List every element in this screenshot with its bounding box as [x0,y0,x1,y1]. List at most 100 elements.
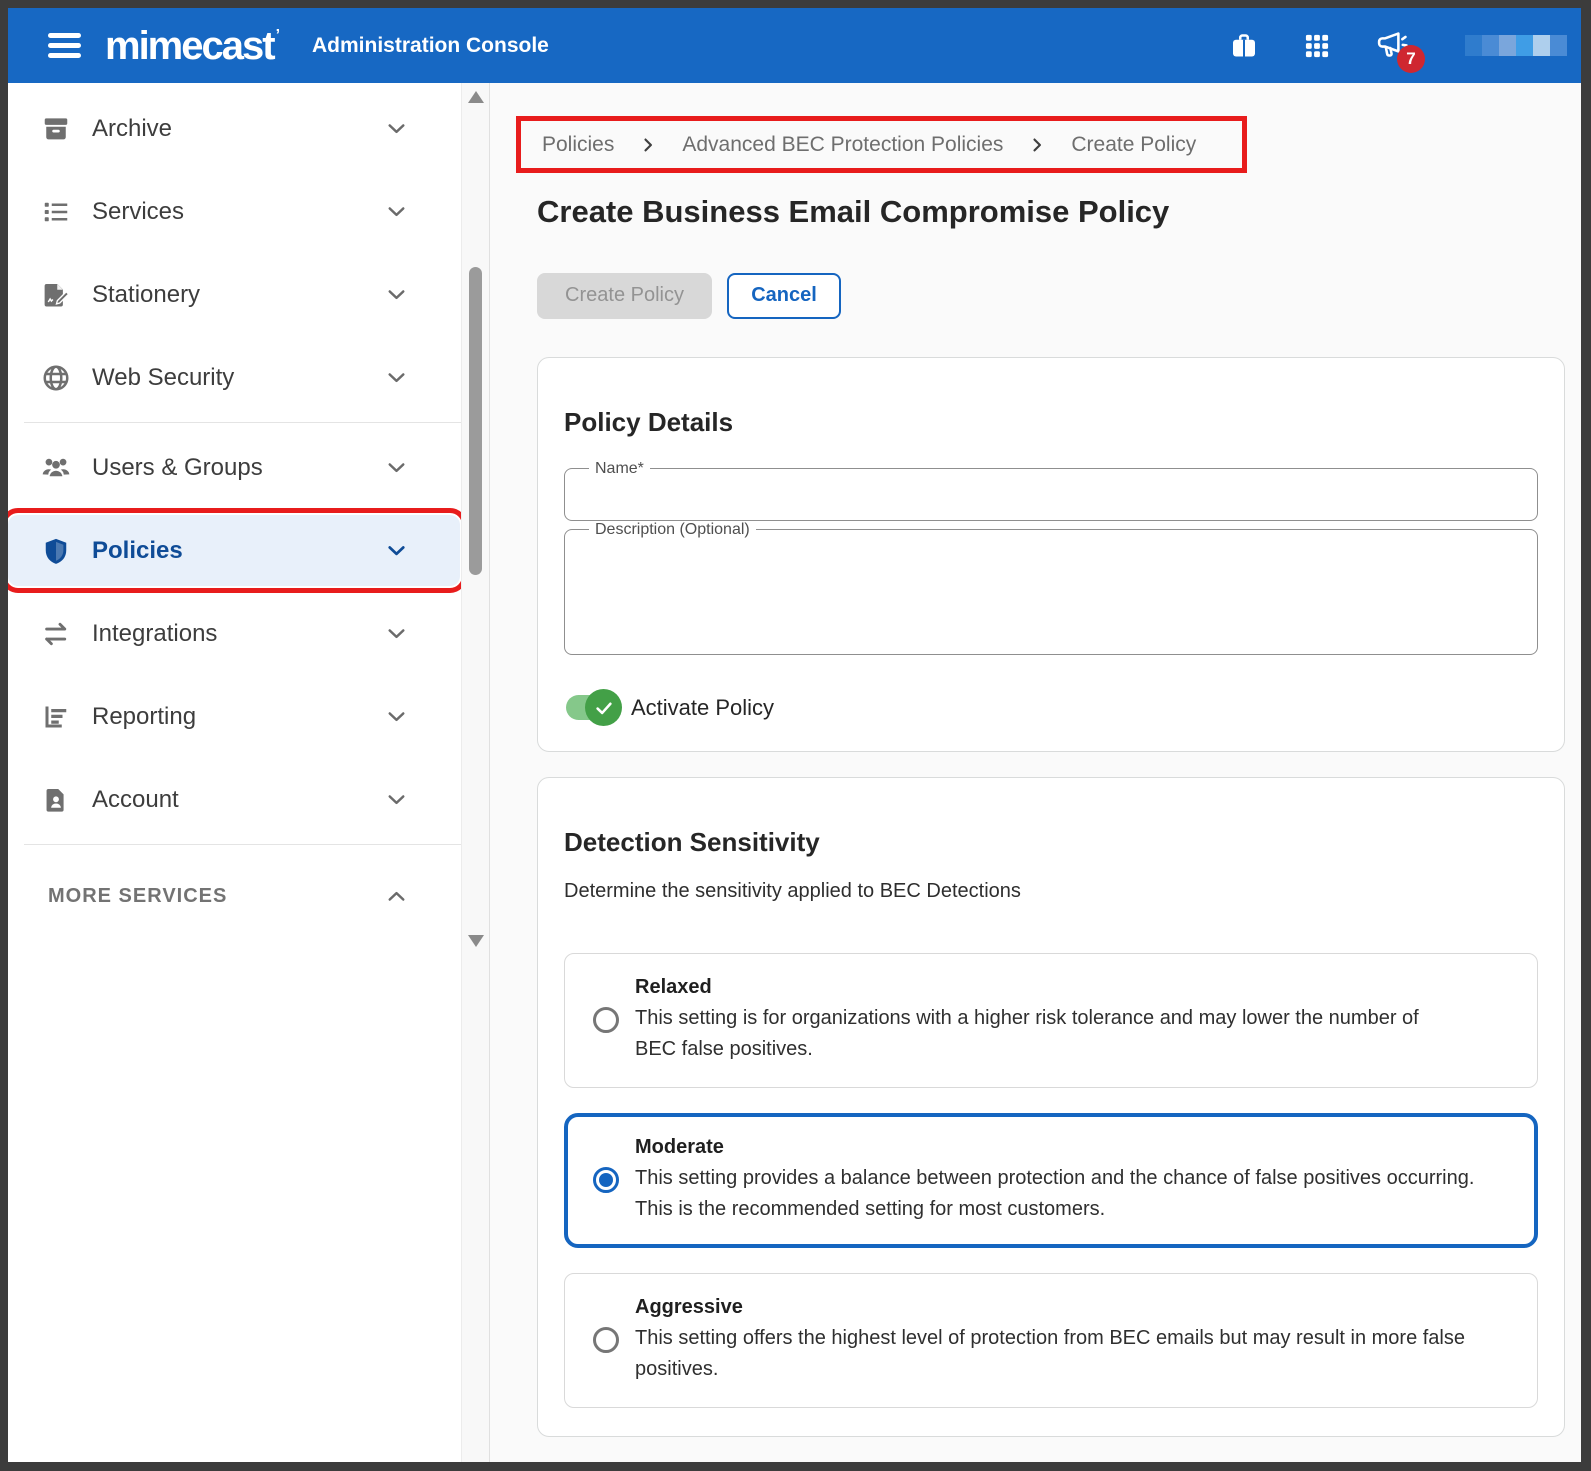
action-buttons: Create Policy Cancel [537,272,1581,319]
policy-details-heading: Policy Details [564,407,734,438]
topbar-right-group: 7 [1229,29,1567,73]
option-label: Relaxed [635,975,712,998]
chevron-down-icon [383,620,410,647]
sidebar-item-services[interactable]: Services [8,170,460,253]
chevron-down-icon [383,454,410,481]
sidebar-item-label: Integrations [92,619,218,647]
chevron-down-icon [383,281,410,308]
sidebar-item-policies[interactable]: Policies [8,508,467,593]
chevron-down-icon [383,115,410,142]
chevron-down-icon [383,537,410,564]
radio-relaxed[interactable] [593,1007,619,1034]
option-description: This setting is for organizations with a… [635,1006,1419,1060]
policy-details-card: Policy Details Name* Description (Option… [537,356,1565,752]
chevron-down-icon [383,364,410,391]
annotation-breadcrumb-highlight: Policies Advanced BEC Protection Policie… [516,116,1248,173]
sidebar-item-stationery[interactable]: Stationery [8,253,460,336]
top-bar: mimecast ’ Administration Console 7 [8,8,1581,83]
main-content: Policies Advanced BEC Protection Policie… [490,83,1581,1462]
briefcase-icon[interactable] [1229,31,1259,61]
option-text: Moderate This setting provides a balance… [635,1136,1505,1225]
activate-policy-toggle[interactable] [566,689,622,727]
report-chart-icon [40,701,72,733]
sidebar-item-label: Reporting [92,702,197,730]
sidebar-scrollbar-track[interactable] [461,83,489,1462]
notification-count-badge: 7 [1397,44,1425,73]
sensitivity-options: Relaxed This setting is for organization… [564,952,1538,1408]
services-list-icon [40,196,72,228]
app-title: Administration Console [312,33,549,57]
scrollbar-down-arrow[interactable] [468,935,484,947]
detection-sensitivity-heading: Detection Sensitivity [564,827,820,858]
page-title: Create Business Email Compromise Policy [537,194,1170,229]
activate-policy-row: Activate Policy [564,689,1538,727]
logo-trademark-tick: ’ [275,26,281,44]
chevron-down-icon [383,703,410,730]
announcements-megaphone-icon[interactable]: 7 [1375,29,1425,73]
account-document-icon [40,784,72,816]
scrollbar-up-arrow[interactable] [468,91,484,103]
logo-text: mimecast [105,23,276,68]
radio-moderate[interactable] [593,1167,619,1194]
sidebar-item-label: Policies [92,536,183,564]
activate-policy-label: Activate Policy [631,694,775,720]
toggle-knob-check-icon [585,689,622,727]
breadcrumb-advanced-bec-protection-policies[interactable]: Advanced BEC Protection Policies [682,133,1003,157]
sensitivity-option-aggressive[interactable]: Aggressive This setting offers the highe… [564,1272,1538,1408]
option-text: Relaxed This setting is for organization… [635,976,1445,1065]
sidebar-item-archive[interactable]: Archive [8,87,460,170]
hamburger-menu-icon[interactable] [48,33,81,58]
name-field-label: Name* [595,459,644,477]
radio-aggressive[interactable] [593,1327,619,1354]
detection-sensitivity-subtitle: Determine the sensitivity applied to BEC… [564,879,1021,902]
shield-icon [40,535,72,567]
more-services-toggle[interactable]: MORE SERVICES [8,861,460,931]
more-services-label: MORE SERVICES [48,884,228,907]
sidebar-item-users-groups[interactable]: Users & Groups [8,426,460,509]
mimecast-logo: mimecast ’ [105,26,280,66]
sidebar-item-label: Archive [92,114,173,142]
name-input[interactable] [579,479,1527,512]
sidebar-item-label: Users & Groups [92,453,263,481]
description-input[interactable] [579,540,1527,641]
sidebar-item-label: Account [92,785,179,813]
sidebar-item-reporting[interactable]: Reporting [8,675,460,758]
chevron-right-icon [1027,135,1047,155]
option-text: Aggressive This setting offers the highe… [635,1296,1509,1385]
sidebar-divider [24,422,473,423]
sidebar-item-label: Services [92,197,185,225]
chevron-up-icon [383,883,410,910]
description-field: Description (Optional) [564,520,1538,655]
body-row: Archive Services Stationery Web Security… [8,83,1581,1462]
globe-icon [40,362,72,394]
chevron-down-icon [383,198,410,225]
archive-icon [40,113,72,145]
breadcrumb-policies[interactable]: Policies [542,133,614,157]
description-field-label: Description (Optional) [595,520,750,538]
detection-sensitivity-card: Detection Sensitivity Determine the sens… [537,776,1565,1437]
breadcrumb-create-policy: Create Policy [1071,132,1197,156]
chevron-down-icon [383,786,410,813]
option-label: Aggressive [635,1295,743,1318]
scrollbar-thumb[interactable] [469,267,482,575]
option-label: Moderate [635,1135,724,1158]
sensitivity-option-moderate[interactable]: Moderate This setting provides a balance… [564,1112,1538,1248]
name-field: Name* [564,459,1538,521]
sidebar-item-label: Web Security [92,363,235,391]
sidebar-divider [24,844,473,845]
create-policy-button[interactable]: Create Policy [537,272,712,319]
redacted-account-name[interactable] [1465,35,1567,56]
sidebar-item-integrations[interactable]: Integrations [8,592,460,675]
cancel-button[interactable]: Cancel [727,272,841,319]
option-description: This setting offers the highest level of… [635,1326,1465,1380]
option-description: This setting provides a balance between … [635,1166,1475,1220]
users-groups-icon [40,452,72,484]
application-window: mimecast ’ Administration Console 7 Arch… [0,0,1591,1471]
sidebar: Archive Services Stationery Web Security… [8,83,490,1462]
stationery-document-pencil-icon [40,279,72,311]
sidebar-item-account[interactable]: Account [8,758,460,841]
sensitivity-option-relaxed[interactable]: Relaxed This setting is for organization… [564,952,1538,1088]
sidebar-item-web-security[interactable]: Web Security [8,336,460,419]
sidebar-item-label: Stationery [92,280,201,308]
app-grid-icon[interactable] [1303,32,1331,60]
